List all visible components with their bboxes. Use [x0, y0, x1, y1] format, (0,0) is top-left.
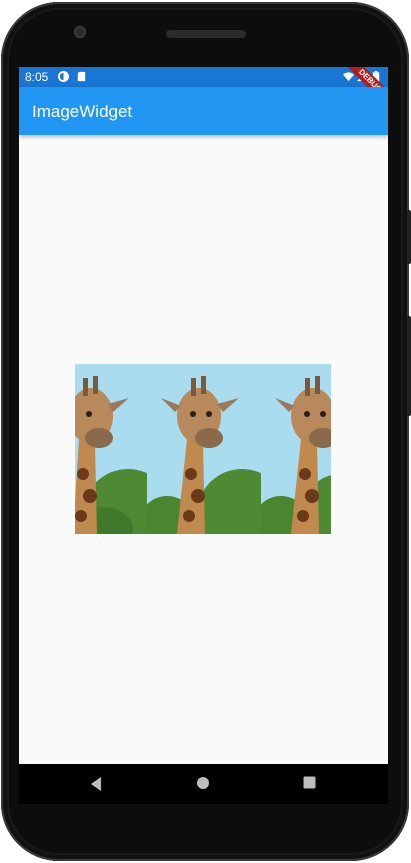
earpiece-speaker: [166, 30, 246, 38]
power-button: [407, 210, 411, 264]
data-saver-icon: [58, 71, 69, 82]
front-camera: [74, 26, 86, 38]
app-bar: ImageWidget: [19, 87, 388, 135]
giraffe-image-tile: [261, 364, 331, 534]
home-icon[interactable]: [196, 776, 210, 790]
repeated-giraffe-image: [75, 364, 331, 534]
giraffe-picture: [75, 364, 147, 534]
app-bar-title: ImageWidget: [32, 102, 133, 121]
sd-card-icon: [77, 71, 86, 82]
screen: 8:05 DEBUG ImageWidget: [19, 67, 388, 764]
navigation-bar: [19, 764, 388, 804]
back-icon[interactable]: [89, 776, 103, 792]
giraffe-picture: [261, 364, 331, 534]
status-bar: 8:05 DEBUG: [19, 67, 388, 114]
giraffe-picture: [147, 364, 261, 534]
status-time: 8:05: [25, 70, 49, 84]
giraffe-image-tile: [147, 364, 261, 534]
volume-button: [407, 316, 411, 416]
recents-icon[interactable]: [303, 776, 316, 789]
giraffe-image-tile: [75, 364, 147, 534]
